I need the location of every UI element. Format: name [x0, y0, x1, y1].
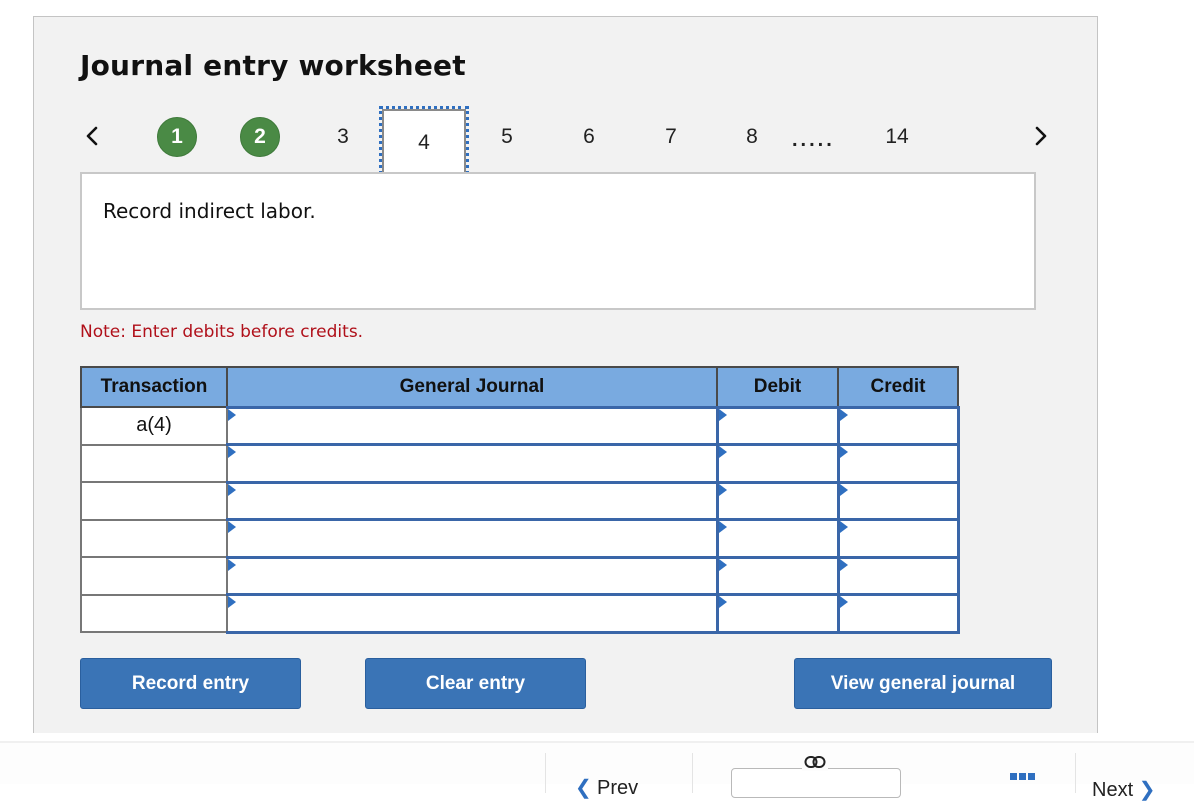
debit-input[interactable]: [718, 521, 837, 556]
debit-cell: [716, 480, 840, 521]
debit-cell: [716, 405, 840, 446]
credit-cell: [837, 518, 960, 559]
debit-input[interactable]: [718, 446, 837, 481]
journal-entry-table: Transaction General Journal Debit Credit…: [80, 366, 960, 634]
divider: [1075, 753, 1076, 793]
step-8[interactable]: 8: [732, 117, 772, 157]
record-entry-button[interactable]: Record entry: [80, 658, 301, 709]
credit-cell: [837, 555, 960, 596]
prev-question-link[interactable]: ❮ Prev: [575, 777, 639, 800]
step-2[interactable]: 2: [240, 117, 280, 157]
link-icon: [802, 755, 828, 771]
step-1[interactable]: 1: [157, 117, 197, 157]
step-ellipsis: .....: [792, 129, 835, 151]
debit-cell: [716, 518, 840, 559]
chevron-right-icon: ❯: [1138, 779, 1156, 801]
account-cell: [226, 518, 719, 559]
next-step-button[interactable]: [1029, 121, 1053, 151]
question-box: Record indirect labor.: [80, 172, 1036, 310]
next-label: Next: [1092, 779, 1134, 801]
question-text: Record indirect labor.: [103, 199, 316, 223]
debit-cell: [716, 555, 840, 596]
credit-input[interactable]: [839, 446, 957, 481]
step-7[interactable]: 7: [651, 117, 691, 157]
divider: [692, 753, 693, 793]
worksheet-title: Journal entry worksheet: [80, 49, 466, 82]
transaction-cell: a(4): [80, 406, 228, 446]
chevron-left-icon: [86, 126, 98, 146]
account-input[interactable]: [228, 596, 716, 631]
chevron-right-icon: [1035, 126, 1047, 146]
step-4-current[interactable]: 4: [379, 106, 469, 180]
view-general-journal-button[interactable]: View general journal: [794, 658, 1052, 709]
next-question-link[interactable]: Next ❯: [1092, 777, 1155, 802]
table-row: [80, 480, 960, 521]
debit-cell: [716, 593, 840, 634]
header-transaction: Transaction: [80, 366, 228, 408]
divider: [545, 753, 546, 793]
credit-cell: [837, 443, 960, 484]
credit-input[interactable]: [839, 596, 957, 631]
account-cell: [226, 405, 719, 446]
clear-entry-button[interactable]: Clear entry: [365, 658, 586, 709]
table-row: [80, 518, 960, 559]
header-credit: Credit: [837, 366, 959, 408]
transaction-cell: [80, 481, 228, 521]
header-general-journal: General Journal: [226, 366, 718, 408]
debit-input[interactable]: [718, 408, 837, 443]
credit-cell: [837, 405, 960, 446]
account-input[interactable]: [228, 521, 716, 556]
debit-cell: [716, 443, 840, 484]
account-cell: [226, 593, 719, 634]
account-cell: [226, 555, 719, 596]
transaction-cell: [80, 518, 228, 558]
grid-icon[interactable]: [1010, 773, 1035, 780]
credit-cell: [837, 593, 960, 634]
account-input[interactable]: [228, 483, 716, 518]
transaction-cell: [80, 443, 228, 483]
credit-input[interactable]: [839, 408, 957, 443]
step-3[interactable]: 3: [323, 117, 363, 157]
account-input[interactable]: [228, 408, 716, 443]
account-input[interactable]: [228, 558, 716, 593]
question-page-selector[interactable]: [731, 768, 901, 798]
journal-entry-worksheet-panel: Journal entry worksheet 1 2 3 4 5 6 7 8 …: [33, 16, 1098, 733]
entry-note: Note: Enter debits before credits.: [80, 322, 364, 342]
table-row: [80, 443, 960, 484]
debit-input[interactable]: [718, 596, 837, 631]
table-row: [80, 555, 960, 596]
table-row: [80, 593, 960, 634]
step-6[interactable]: 6: [569, 117, 609, 157]
table-header-row: Transaction General Journal Debit Credit: [80, 366, 959, 408]
account-cell: [226, 480, 719, 521]
debit-input[interactable]: [718, 483, 837, 518]
step-navigation: 1 2 3 4 5 6 7 8 ..... 14: [34, 106, 1097, 180]
step-5[interactable]: 5: [487, 117, 527, 157]
transaction-cell: [80, 556, 228, 596]
credit-input[interactable]: [839, 483, 957, 518]
credit-cell: [837, 480, 960, 521]
prev-label: Prev: [597, 777, 639, 799]
debit-input[interactable]: [718, 558, 837, 593]
bottom-navigation-bar: ❮ Prev Next ❯: [0, 741, 1194, 801]
chevron-left-icon: ❮: [575, 777, 592, 799]
prev-step-button[interactable]: [80, 121, 104, 151]
account-input[interactable]: [228, 446, 716, 481]
transaction-cell: [80, 593, 228, 633]
credit-input[interactable]: [839, 521, 957, 556]
credit-input[interactable]: [839, 558, 957, 593]
header-debit: Debit: [716, 366, 839, 408]
step-14[interactable]: 14: [877, 117, 917, 157]
account-cell: [226, 443, 719, 484]
table-row: a(4): [80, 405, 960, 446]
